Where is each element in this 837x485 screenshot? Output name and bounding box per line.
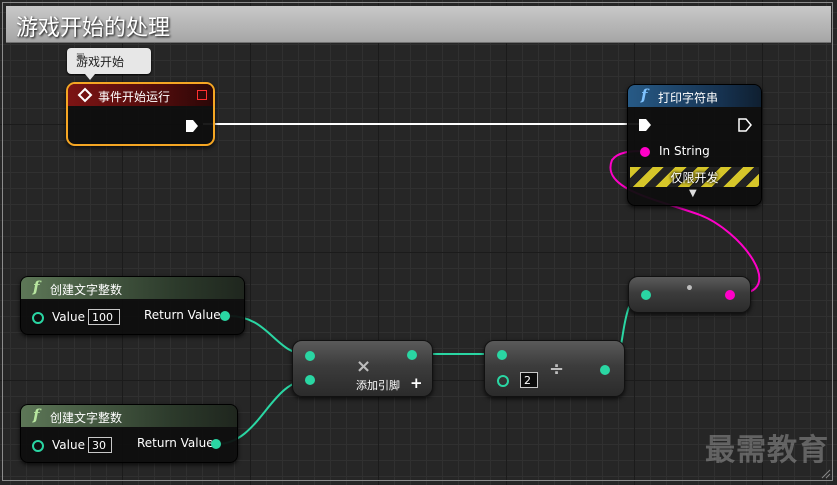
- divide-symbol: ÷: [549, 359, 565, 380]
- add-pin-label[interactable]: 添加引脚: [356, 377, 400, 393]
- output-pin[interactable]: [600, 365, 610, 375]
- math-operator-node[interactable]: × 添加引脚 +: [292, 340, 433, 397]
- node-title: 打印字符串: [658, 91, 719, 105]
- bubble-tail: [85, 74, 95, 80]
- comment-box-header[interactable]: 游戏开始的处理: [6, 6, 831, 43]
- input-pin-b[interactable]: [305, 375, 315, 385]
- blueprint-graph-canvas[interactable]: 游戏开始的处理 游戏开始 ▣ 事件开始运行 f 打印字符串 In String …: [0, 0, 837, 485]
- return-value-pin[interactable]: [211, 439, 221, 449]
- node-title: 事件开始运行: [98, 90, 171, 104]
- node-header: f 创建文字整数: [21, 277, 244, 299]
- string-output-pin[interactable]: [725, 290, 735, 300]
- dev-only-label: 仅限开发: [670, 171, 719, 185]
- print-string-node[interactable]: f 打印字符串 In String 仅限开发 ▼: [627, 84, 762, 206]
- node-title: 创建文字整数: [50, 283, 123, 297]
- watermark-text: 最需教育: [705, 433, 829, 468]
- value-input[interactable]: 30: [88, 437, 112, 453]
- value-in-pin[interactable]: [32, 312, 44, 324]
- function-icon: f: [33, 278, 40, 296]
- divide-node[interactable]: 2 ÷: [484, 340, 625, 397]
- value-label: Value: [52, 310, 85, 324]
- node-header: 事件开始运行: [68, 84, 213, 106]
- node-header: f 创建文字整数: [21, 405, 237, 427]
- dividend-pin[interactable]: [497, 350, 507, 360]
- output-pin[interactable]: [407, 350, 417, 360]
- make-literal-int-node-2[interactable]: f 创建文字整数 Value 30 Return Value: [20, 404, 238, 463]
- value-label: Value: [52, 438, 85, 452]
- development-only-banner: 仅限开发: [630, 167, 759, 187]
- divisor-input[interactable]: 2: [520, 372, 538, 388]
- delegate-pin-icon[interactable]: [197, 90, 207, 100]
- in-string-label: In String: [659, 144, 710, 158]
- add-pin-plus-icon[interactable]: +: [410, 374, 423, 392]
- event-begin-play-node[interactable]: 事件开始运行: [66, 82, 215, 146]
- expand-arrow-icon[interactable]: ▼: [689, 188, 697, 199]
- pin-icon[interactable]: ▣: [76, 52, 147, 62]
- node-title: 创建文字整数: [50, 411, 123, 425]
- return-value-label: Return Value: [137, 436, 214, 450]
- make-literal-int-node-1[interactable]: f 创建文字整数 Value 100 Return Value: [20, 276, 245, 335]
- input-pin-a[interactable]: [305, 351, 315, 361]
- exec-out-pin[interactable]: [738, 118, 752, 132]
- comment-title: 游戏开始的处理: [16, 16, 171, 41]
- conversion-symbol: •: [685, 281, 694, 297]
- exec-out-pin[interactable]: [185, 119, 199, 133]
- operator-symbol: ×: [356, 356, 372, 377]
- value-input[interactable]: 100: [88, 309, 120, 325]
- exec-in-pin[interactable]: [638, 118, 652, 132]
- value-in-pin[interactable]: [32, 440, 44, 452]
- divisor-pin[interactable]: [497, 375, 509, 387]
- return-value-pin[interactable]: [220, 311, 230, 321]
- in-string-pin[interactable]: [640, 147, 650, 157]
- to-string-conversion-node[interactable]: •: [628, 276, 751, 313]
- input-pin[interactable]: [641, 290, 651, 300]
- event-diamond-icon: [77, 87, 93, 103]
- node-comment-bubble[interactable]: 游戏开始 ▣: [67, 48, 151, 80]
- resize-grip-icon[interactable]: [821, 469, 831, 479]
- return-value-label: Return Value: [144, 308, 221, 322]
- function-icon: f: [641, 86, 648, 104]
- node-header: f 打印字符串: [628, 85, 761, 107]
- function-icon: f: [33, 406, 40, 424]
